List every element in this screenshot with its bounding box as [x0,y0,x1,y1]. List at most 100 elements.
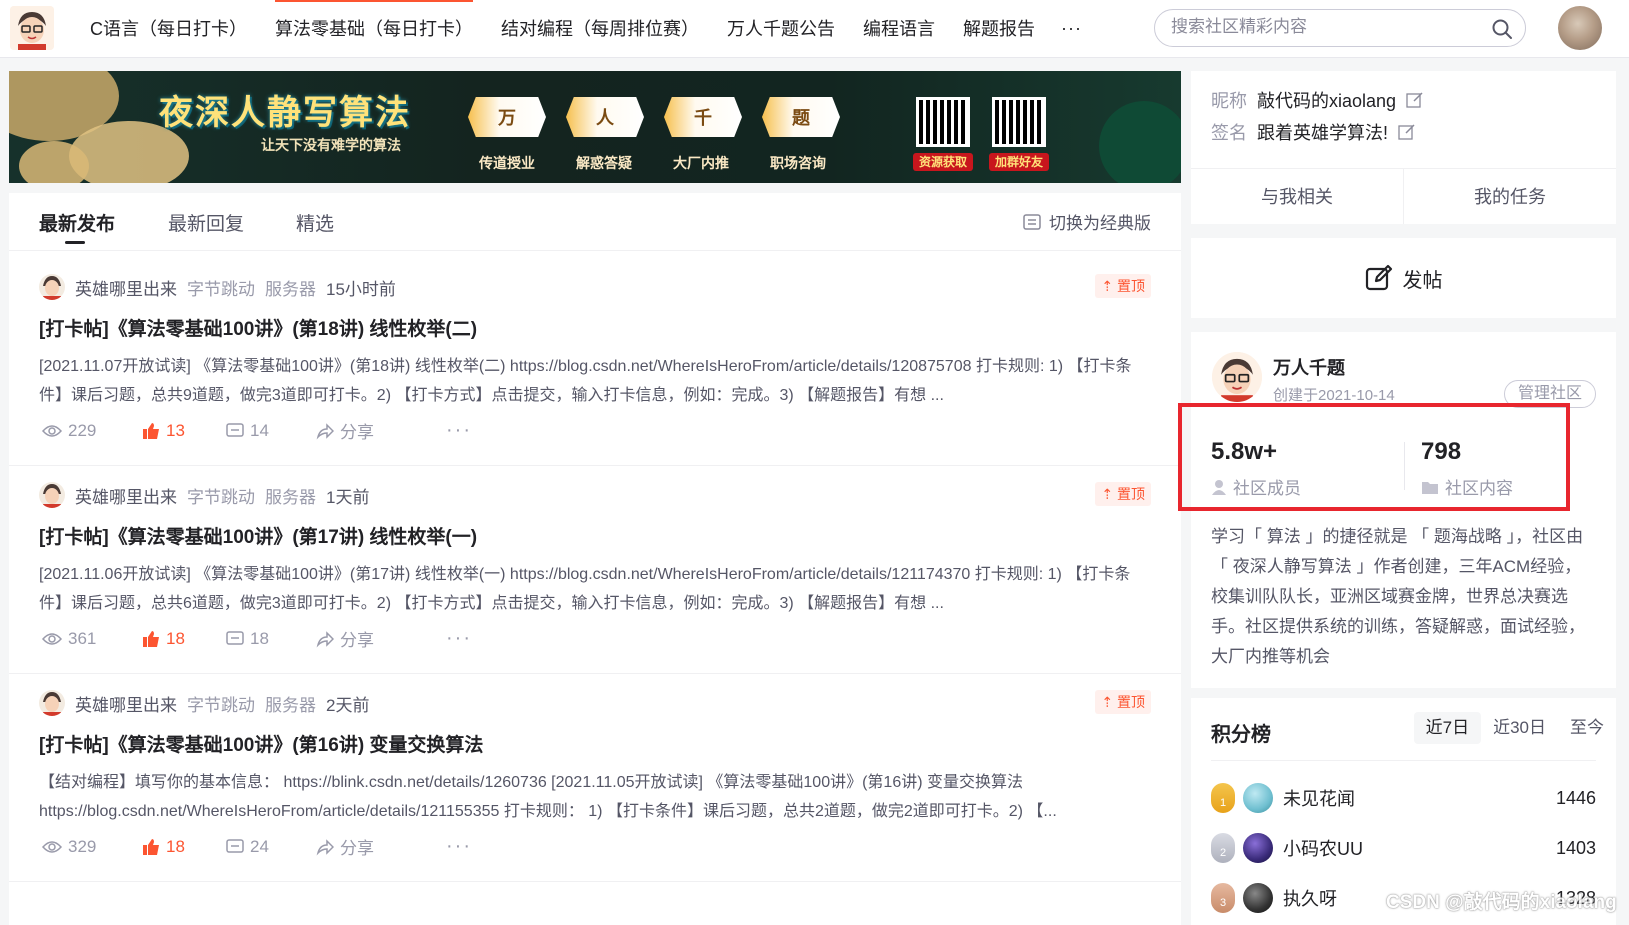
post-excerpt[interactable]: [2021.11.06开放试读] 《算法零基础100讲》(第17讲) 线性枚举(… [39,560,1151,618]
banner-badge: 千 [664,97,742,137]
pinned-badge: ⇡ 置顶 [1095,482,1151,506]
ranker-name[interactable]: 未见花闻 [1283,785,1556,811]
nickname-label: 昵称 [1211,91,1247,111]
pinned-label: 置顶 [1117,486,1145,502]
author-avatar[interactable] [39,690,65,716]
search-icon[interactable] [1491,18,1513,40]
share-button[interactable]: 分享 [316,834,446,859]
post-author[interactable]: 英雄哪里出来 [75,483,177,508]
related-to-me-link[interactable]: 与我相关 [1191,169,1404,224]
new-post-button[interactable]: 发帖 [1191,238,1616,318]
post-author[interactable]: 英雄哪里出来 [75,275,177,300]
like-button[interactable]: 18 [142,629,226,649]
tab-latest-replies[interactable]: 最新回复 [168,209,244,236]
share-icon [316,838,334,855]
leaderboard-row[interactable]: 1 未见花闻 1446 [1211,778,1596,818]
like-button[interactable]: 18 [142,837,226,857]
csdn-watermark: CSDN @敲代码的xiaolang [1386,892,1617,913]
post-actions: 361 18 18 分享 ··· [42,626,472,651]
post-meta: 英雄哪里出来 字节跳动 服务器 15小时前 [39,274,396,300]
like-button[interactable]: 13 [142,421,226,441]
community-banner[interactable]: 夜深人静写算法 让天下没有难学的算法 万 人 千 题 传道授业 解惑答疑 大厂内… [9,71,1181,183]
qr-label: 加群好友 [989,153,1049,171]
post-item[interactable]: 英雄哪里出来 字节跳动 服务器 1天前 ⇡ 置顶 [打卡帖]《算法零基础100讲… [9,460,1181,674]
comment-button[interactable]: 24 [226,837,316,857]
banner-cloud-decoration [19,141,89,183]
post-tag: 服务器 [265,695,316,715]
pinned-label: 置顶 [1117,694,1145,710]
nav-item-algorithm-basics[interactable]: 算法零基础（每日打卡） [261,0,487,58]
new-post-label: 发帖 [1402,269,1443,292]
post-more-button[interactable]: ··· [446,835,472,858]
views-value: 361 [68,628,97,648]
banner-badges: 万 人 千 题 [468,97,840,137]
banner-title-wrap: 夜深人静写算法 [159,85,411,134]
leaderboard-row[interactable]: 2 小码农UU 1403 [1211,828,1596,868]
tab-30-days[interactable]: 近30日 [1481,712,1558,744]
edit-icon[interactable] [1406,91,1424,109]
switch-classic-button[interactable]: 切换为经典版 [1023,209,1151,234]
comment-button[interactable]: 14 [226,421,316,441]
search-box[interactable] [1154,9,1526,47]
top-nav: C语言（每日打卡） 算法零基础（每日打卡） 结对编程（每周排位赛） 万人千题公告… [0,0,1629,58]
likes-value: 13 [166,420,185,440]
compose-icon [1365,264,1392,291]
site-logo[interactable] [10,6,54,50]
post-title[interactable]: [打卡帖]《算法零基础100讲》(第18讲) 线性枚举(二) [39,314,477,341]
post-tag: 字节跳动 [187,487,255,507]
post-excerpt[interactable]: 【结对编程】填写你的基本信息： https://blink.csdn.net/d… [39,768,1151,826]
ranker-avatar[interactable] [1243,783,1273,813]
post-title[interactable]: [打卡帖]《算法零基础100讲》(第17讲) 线性枚举(一) [39,522,477,549]
silver-medal-icon: 2 [1211,833,1235,863]
profile-links: 与我相关 我的任务 [1191,168,1616,224]
post-title[interactable]: [打卡帖]《算法零基础100讲》(第16讲) 变量交换算法 [39,730,483,757]
ranker-avatar[interactable] [1243,833,1273,863]
nav-more-button[interactable]: ··· [1049,0,1094,58]
nav-item-pair-programming[interactable]: 结对编程（每周排位赛） [487,0,713,58]
nav-item-announcements[interactable]: 万人千题公告 [713,0,849,58]
switch-classic-label: 切换为经典版 [1049,214,1151,233]
post-item[interactable]: 英雄哪里出来 字节跳动 服务器 15小时前 ⇡ 置顶 [打卡帖]《算法零基础10… [9,252,1181,466]
author-avatar[interactable] [39,274,65,300]
community-avatar[interactable] [1212,352,1262,402]
share-icon [316,630,334,647]
share-button[interactable]: 分享 [316,418,446,443]
post-more-button[interactable]: ··· [446,627,472,650]
my-tasks-link[interactable]: 我的任务 [1404,169,1616,224]
tab-latest[interactable]: 最新发布 [39,209,115,244]
share-button[interactable]: 分享 [316,626,446,651]
post-more-button[interactable]: ··· [446,419,472,442]
edit-icon[interactable] [1398,123,1416,141]
comments-value: 14 [250,420,269,440]
post-item[interactable]: 英雄哪里出来 字节跳动 服务器 2天前 ⇡ 置顶 [打卡帖]《算法零基础100讲… [9,668,1181,882]
nav-item-c-language[interactable]: C语言（每日打卡） [76,0,261,58]
comment-button[interactable]: 18 [226,629,316,649]
ranker-avatar[interactable] [1243,883,1273,913]
post-time: 1天前 [326,487,370,507]
tab-featured[interactable]: 精选 [296,209,334,236]
comment-icon [226,422,244,437]
community-name[interactable]: 万人千题 [1273,354,1345,380]
share-icon [316,422,334,439]
banner-service: 解惑答疑 [576,155,632,171]
post-time: 2天前 [326,695,370,715]
thumbs-up-icon [143,422,159,439]
user-avatar[interactable] [1558,6,1602,50]
post-excerpt[interactable]: [2021.11.07开放试读] 《算法零基础100讲》(第18讲) 线性枚举(… [39,352,1151,410]
views-count: 229 [42,421,142,441]
post-author[interactable]: 英雄哪里出来 [75,691,177,716]
banner-title: 夜深人静写算法 [159,93,411,133]
share-label: 分享 [340,839,374,858]
nav-item-solution-reports[interactable]: 解题报告 [949,0,1049,58]
nav-item-programming-languages[interactable]: 编程语言 [849,0,949,58]
tab-7-days[interactable]: 近7日 [1413,712,1482,744]
tab-all-time[interactable]: 至今 [1558,712,1616,744]
views-count: 361 [42,629,142,649]
qr-code-icon [992,97,1046,147]
search-input[interactable] [1171,17,1471,37]
pinned-badge: ⇡ 置顶 [1095,274,1151,298]
ranker-name[interactable]: 小码农UU [1283,835,1556,861]
post-tag: 字节跳动 [187,279,255,299]
author-avatar[interactable] [39,482,65,508]
share-label: 分享 [340,423,374,442]
